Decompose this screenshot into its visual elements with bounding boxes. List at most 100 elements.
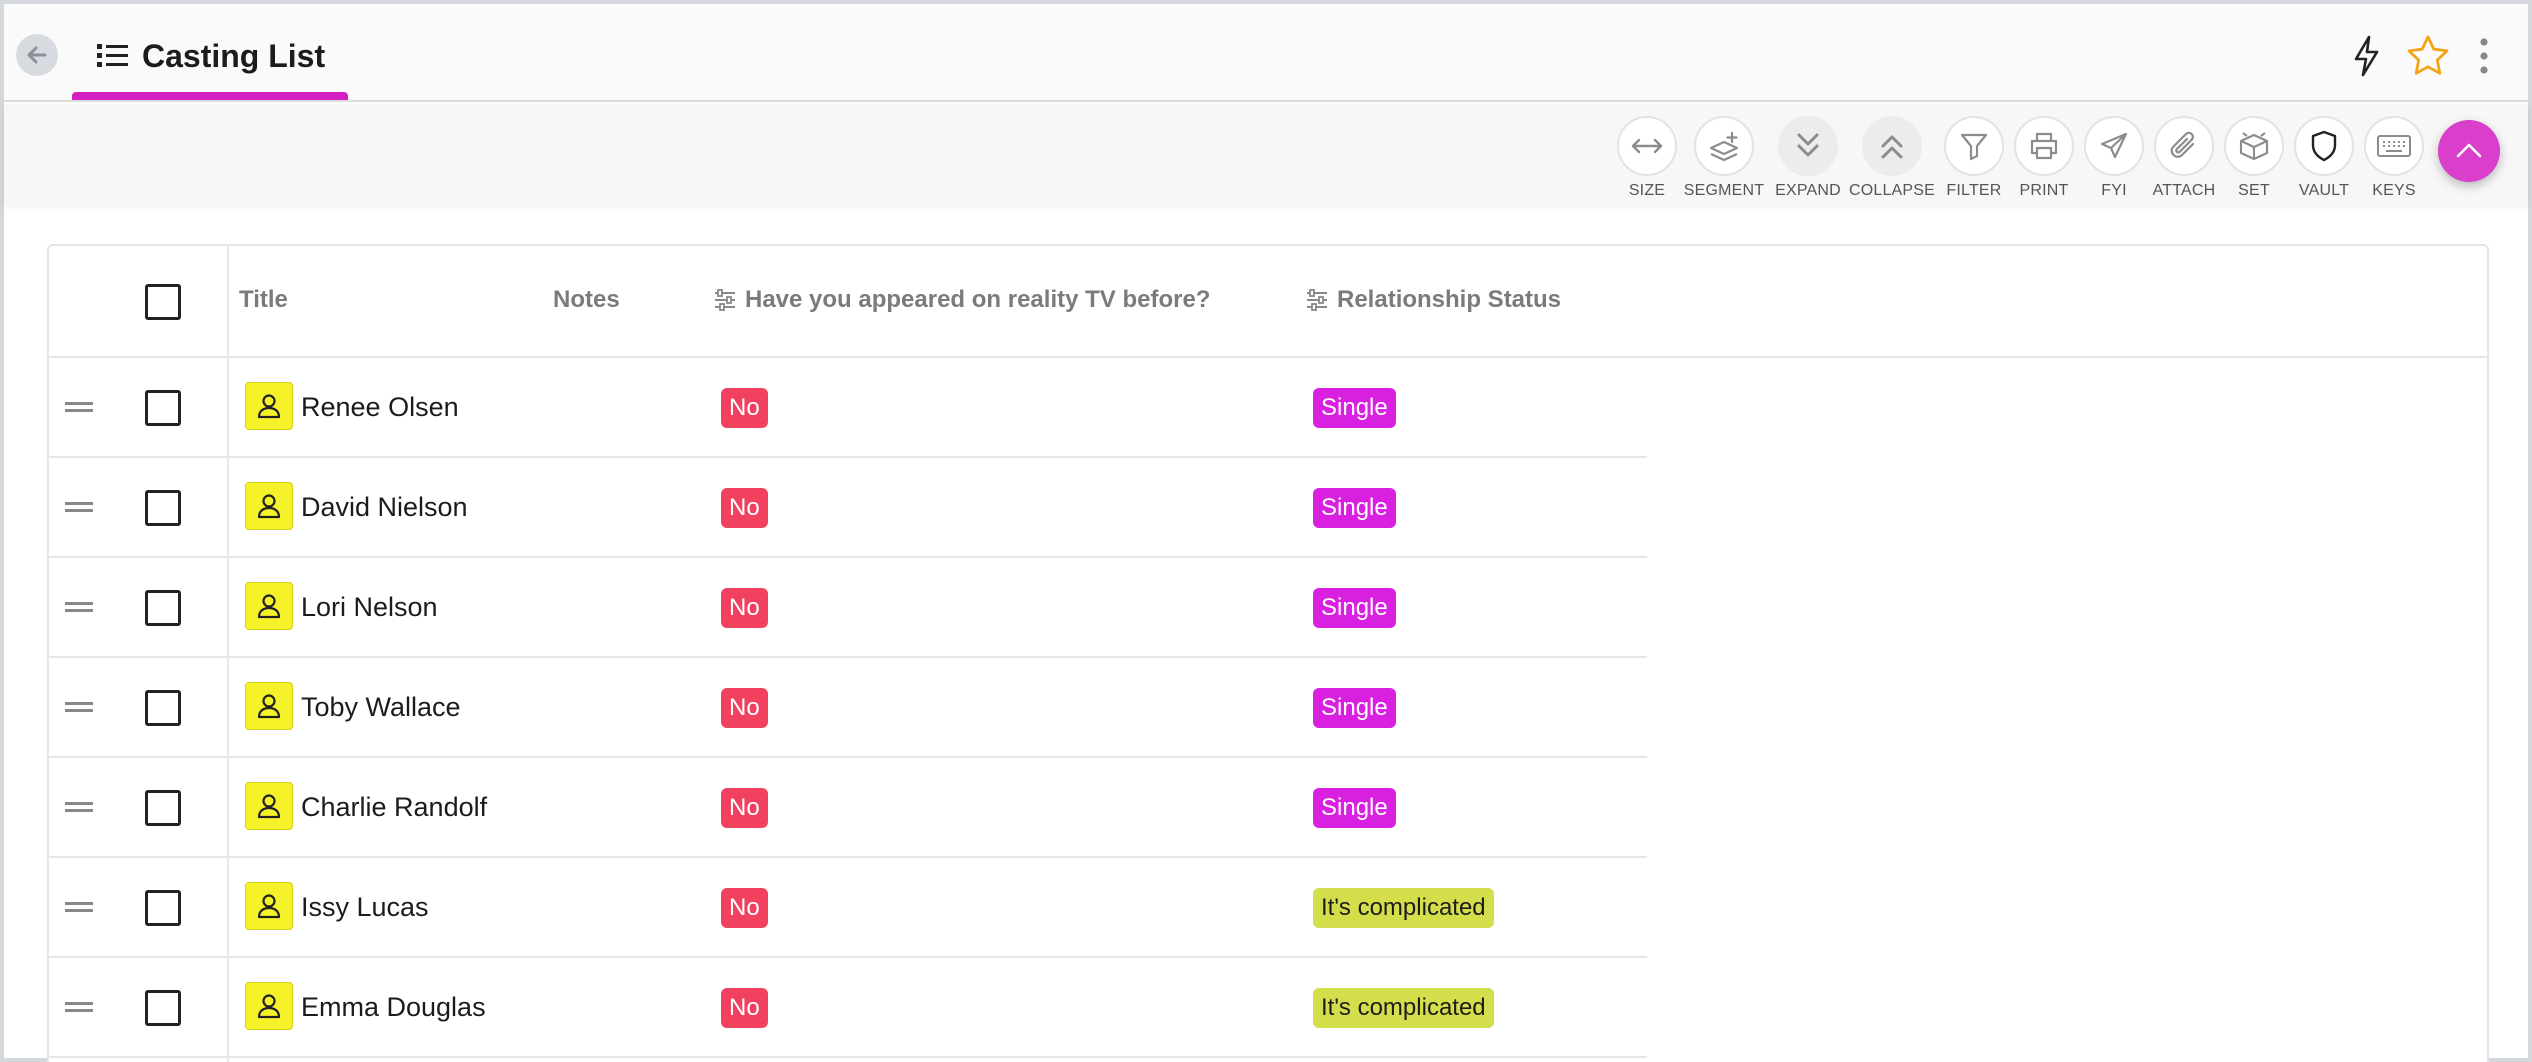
- relationship-badge: Single: [1313, 388, 1396, 428]
- chevron-up-icon: [2456, 143, 2482, 158]
- relationship-badge: It's complicated: [1313, 988, 1494, 1028]
- relationship-badge: Single: [1313, 488, 1396, 528]
- column-header-relationship-label: Relationship Status: [1337, 286, 1562, 313]
- reality-tv-badge: No: [721, 888, 768, 928]
- column-header-relationship[interactable]: Relationship Status: [1305, 286, 1561, 314]
- sliders-icon: [715, 289, 735, 311]
- scroll-top-button[interactable]: [2438, 120, 2500, 182]
- table-row[interactable]: Renee Olsen No Single: [49, 358, 1647, 458]
- size-button[interactable]: SIZE: [1612, 116, 1682, 200]
- collapse-label: COLLAPSE: [1848, 182, 1936, 199]
- resize-horizontal-icon: [1617, 116, 1677, 176]
- filter-button[interactable]: FILTER: [1939, 116, 2009, 200]
- attach-button[interactable]: ATTACH: [2149, 116, 2219, 200]
- column-header-reality-tv[interactable]: Have you appeared on reality TV before?: [713, 286, 1210, 314]
- filter-label: FILTER: [1946, 182, 2002, 199]
- box-icon: [2224, 116, 2284, 176]
- table-row[interactable]: Issy Lucas No It's complicated: [49, 858, 1647, 958]
- fyi-label: FYI: [2101, 182, 2127, 199]
- relationship-badge: Single: [1313, 588, 1396, 628]
- reality-tv-badge: No: [721, 988, 768, 1028]
- segment-label: SEGMENT: [1683, 182, 1765, 199]
- relationship-badge: Single: [1313, 688, 1396, 728]
- set-label: SET: [2238, 182, 2270, 199]
- row-title[interactable]: Toby Wallace: [301, 692, 461, 723]
- paperclip-icon: [2154, 116, 2214, 176]
- person-icon: [245, 782, 293, 830]
- page-title-group: Casting List: [96, 34, 325, 78]
- table-row[interactable]: Toby Wallace No Single: [49, 658, 1647, 758]
- table-row[interactable]: David Nielson No Single: [49, 458, 1647, 558]
- table-row[interactable]: Charlie Randolf No Single: [49, 758, 1647, 858]
- row-checkbox[interactable]: [145, 890, 181, 926]
- person-icon: [245, 682, 293, 730]
- relationship-badge: Single: [1313, 788, 1396, 828]
- drag-handle-icon[interactable]: [65, 802, 93, 812]
- reality-tv-badge: No: [721, 488, 768, 528]
- row-title[interactable]: David Nielson: [301, 492, 468, 523]
- drag-handle-icon[interactable]: [65, 702, 93, 712]
- page-header: Casting List: [4, 4, 2528, 102]
- row-checkbox[interactable]: [145, 990, 181, 1026]
- row-title[interactable]: Lori Nelson: [301, 592, 438, 623]
- keyboard-icon: [2364, 116, 2424, 176]
- column-header-reality-tv-label: Have you appeared on reality TV before?: [745, 286, 1211, 313]
- row-checkbox[interactable]: [145, 490, 181, 526]
- list-icon: [96, 41, 130, 71]
- segment-add-icon: [1694, 116, 1754, 176]
- printer-icon: [2014, 116, 2074, 176]
- more-vertical-icon[interactable]: [2472, 32, 2496, 80]
- row-title[interactable]: Renee Olsen: [301, 392, 459, 423]
- drag-handle-icon[interactable]: [65, 602, 93, 612]
- send-icon: [2084, 116, 2144, 176]
- row-checkbox[interactable]: [145, 790, 181, 826]
- back-arrow-icon[interactable]: [16, 34, 58, 76]
- attach-label: ATTACH: [2152, 182, 2216, 199]
- reality-tv-badge: No: [721, 588, 768, 628]
- reality-tv-badge: No: [721, 788, 768, 828]
- table-row[interactable]: Emma Douglas No It's complicated: [49, 958, 1647, 1058]
- fyi-button[interactable]: FYI: [2079, 116, 2149, 200]
- select-all-checkbox[interactable]: [145, 284, 181, 320]
- reality-tv-badge: No: [721, 388, 768, 428]
- print-button[interactable]: PRINT: [2009, 116, 2079, 200]
- column-header-title[interactable]: Title: [239, 286, 288, 314]
- reality-tv-badge: No: [721, 688, 768, 728]
- column-header-notes[interactable]: Notes: [553, 286, 620, 314]
- print-label: PRINT: [2019, 182, 2069, 199]
- table-card: Title Notes Have you appeared on reality…: [47, 244, 2489, 1062]
- expand-button[interactable]: EXPAND: [1773, 116, 1843, 200]
- vault-button[interactable]: VAULT: [2289, 116, 2359, 200]
- expand-label: EXPAND: [1775, 182, 1841, 199]
- filter-icon: [1944, 116, 2004, 176]
- person-icon: [245, 882, 293, 930]
- relationship-badge: It's complicated: [1313, 888, 1494, 928]
- drag-handle-icon[interactable]: [65, 1002, 93, 1012]
- chevrons-down-icon: [1778, 116, 1838, 176]
- keys-label: KEYS: [2372, 182, 2416, 199]
- row-checkbox[interactable]: [145, 590, 181, 626]
- row-title[interactable]: Issy Lucas: [301, 892, 429, 923]
- row-checkbox[interactable]: [145, 690, 181, 726]
- set-button[interactable]: SET: [2219, 116, 2289, 200]
- chevrons-up-icon: [1862, 116, 1922, 176]
- vault-label: VAULT: [2298, 182, 2350, 199]
- segment-button[interactable]: SEGMENT: [1684, 116, 1764, 200]
- keys-button[interactable]: KEYS: [2359, 116, 2429, 200]
- row-title[interactable]: Charlie Randolf: [301, 792, 487, 823]
- active-tab-indicator: [72, 92, 348, 100]
- row-title[interactable]: Emma Douglas: [301, 992, 486, 1023]
- person-icon: [245, 582, 293, 630]
- size-label: SIZE: [1628, 182, 1666, 199]
- row-checkbox[interactable]: [145, 390, 181, 426]
- table-row[interactable]: Lori Nelson No Single: [49, 558, 1647, 658]
- drag-handle-icon[interactable]: [65, 902, 93, 912]
- drag-handle-icon[interactable]: [65, 502, 93, 512]
- drag-handle-icon[interactable]: [65, 402, 93, 412]
- lightning-icon[interactable]: [2344, 32, 2388, 80]
- star-icon[interactable]: [2406, 32, 2450, 80]
- shield-icon: [2294, 116, 2354, 176]
- page-title: Casting List: [142, 37, 326, 74]
- collapse-button[interactable]: COLLAPSE: [1849, 116, 1935, 200]
- person-icon: [245, 982, 293, 1030]
